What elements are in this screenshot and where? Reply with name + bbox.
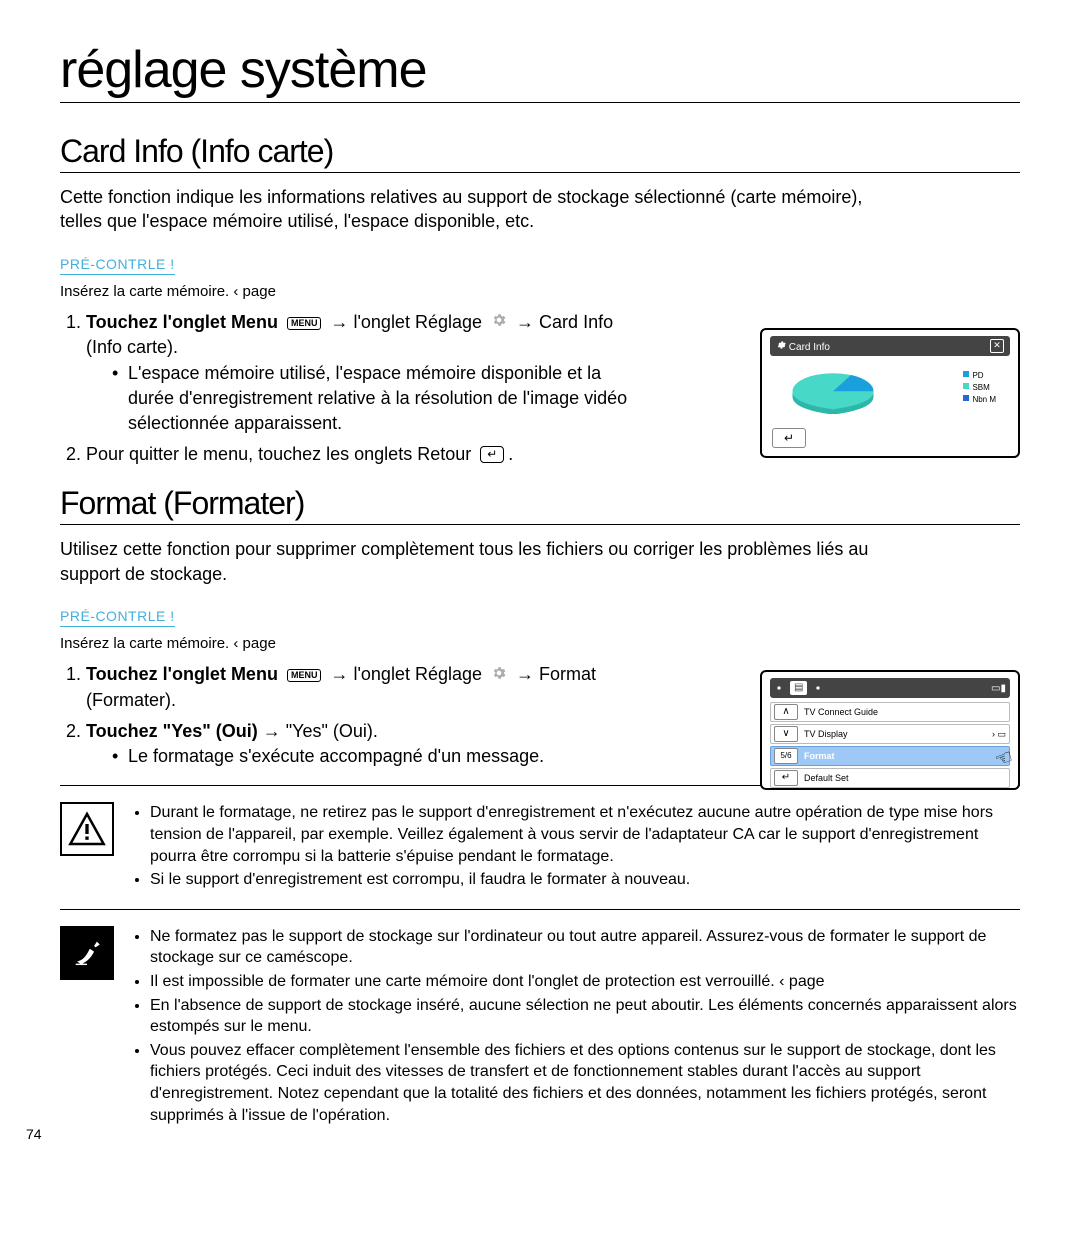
section-format-title: Format (Formater) xyxy=(60,485,1020,525)
format-intro: Utilisez cette fonction pour supprimer c… xyxy=(60,537,880,586)
step-text: → l'onglet Réglage xyxy=(330,664,482,684)
pie-legend: PD SBM Nbn M xyxy=(963,370,996,406)
tab-icon: ▤ xyxy=(790,681,807,695)
page-index: 5/6 xyxy=(774,748,798,764)
format-screenshot: ▤ ▭▮ ∧ TV Connect Guide ∨ TV Display › ▭… xyxy=(760,670,1020,790)
menu-row-selected: 5/6 Format ☜ xyxy=(770,746,1010,766)
battery-icon: ▭▮ xyxy=(991,683,1006,694)
page-title: réglage système xyxy=(60,40,1020,103)
step-text: Pour quitter le menu, touchez les onglet… xyxy=(86,444,471,464)
return-icon: ↵ xyxy=(480,446,504,463)
warning-icon xyxy=(60,802,114,856)
note-icon xyxy=(60,926,114,980)
fig-title: Card Info xyxy=(789,342,830,353)
menu-icon: MENU xyxy=(287,669,322,682)
up-arrow-icon: ∧ xyxy=(774,704,798,720)
precontrol-label-1: PRÉ-CONTRLE ! xyxy=(60,256,175,275)
card-info-intro: Cette fonction indique les informations … xyxy=(60,185,880,234)
format-step-2: Touchez "Yes" (Oui) → "Yes" (Oui). Le fo… xyxy=(86,719,646,769)
menu-row: ∧ TV Connect Guide xyxy=(770,702,1010,722)
warning-line-1: Durant le formatage, ne retirez pas le s… xyxy=(150,802,1020,867)
card-info-step-1: Touchez l'onglet Menu MENU → l'onglet Ré… xyxy=(86,310,646,437)
return-icon: ↵ xyxy=(774,770,798,786)
down-arrow-icon: ∨ xyxy=(774,726,798,742)
precontrol-note-1: Insérez la carte mémoire. ‹ page xyxy=(60,283,1020,300)
card-info-step-2: Pour quitter le menu, touchez les onglet… xyxy=(86,442,646,467)
pie-chart xyxy=(788,364,878,414)
card-info-steps: Touchez l'onglet Menu MENU → l'onglet Ré… xyxy=(60,310,646,468)
format-step-1: Touchez l'onglet Menu MENU → l'onglet Ré… xyxy=(86,662,646,713)
chevron-right-icon: › ▭ xyxy=(992,729,1006,740)
step-text: → "Yes" (Oui). xyxy=(263,721,378,741)
card-info-step-bullet: L'espace mémoire utilisé, l'espace mémoi… xyxy=(128,361,646,437)
back-button: ↵ xyxy=(772,428,806,448)
gear-icon xyxy=(813,683,823,693)
note-1: Ne formatez pas le support de stockage s… xyxy=(150,926,1020,969)
format-steps: Touchez l'onglet Menu MENU → l'onglet Ré… xyxy=(60,662,646,769)
warning-callout: Durant le formatage, ne retirez pas le s… xyxy=(60,802,1020,892)
warning-line-2: Si le support d'enregistrement est corro… xyxy=(150,869,1020,891)
step-text: Touchez l'onglet Menu xyxy=(86,664,278,684)
page-number: 74 xyxy=(26,1126,42,1142)
notes-callout: Ne formatez pas le support de stockage s… xyxy=(60,926,1020,1128)
note-2: Il est impossible de formater une carte … xyxy=(150,971,1020,993)
step-text: Touchez l'onglet Menu xyxy=(86,312,278,332)
note-4: Vous pouvez effacer complètement l'ensem… xyxy=(150,1040,1020,1126)
section-card-info-title: Card Info (Info carte) xyxy=(60,133,1020,173)
format-step-bullet: Le formatage s'exécute accompagné d'un m… xyxy=(128,744,646,769)
menu-icon: MENU xyxy=(287,317,322,330)
note-3: En l'absence de support de stockage insé… xyxy=(150,995,1020,1038)
fig-header-left: Card Info xyxy=(776,340,830,353)
precontrol-note-2: Insérez la carte mémoire. ‹ page xyxy=(60,635,1020,652)
gear-icon xyxy=(774,683,784,693)
gear-icon xyxy=(491,310,507,335)
close-icon: ✕ xyxy=(990,339,1004,353)
card-info-screenshot: Card Info ✕ PD SBM Nbn M ↵ xyxy=(760,328,1020,458)
divider xyxy=(60,909,1020,910)
step-text: → l'onglet Réglage xyxy=(330,312,482,332)
precontrol-label-2: PRÉ-CONTRLE ! xyxy=(60,608,175,627)
gear-icon xyxy=(776,340,786,350)
step-text: Touchez "Yes" (Oui) xyxy=(86,721,258,741)
menu-row: ∨ TV Display › ▭ xyxy=(770,724,1010,744)
menu-row: ↵ Default Set xyxy=(770,768,1010,788)
gear-icon xyxy=(491,663,507,688)
